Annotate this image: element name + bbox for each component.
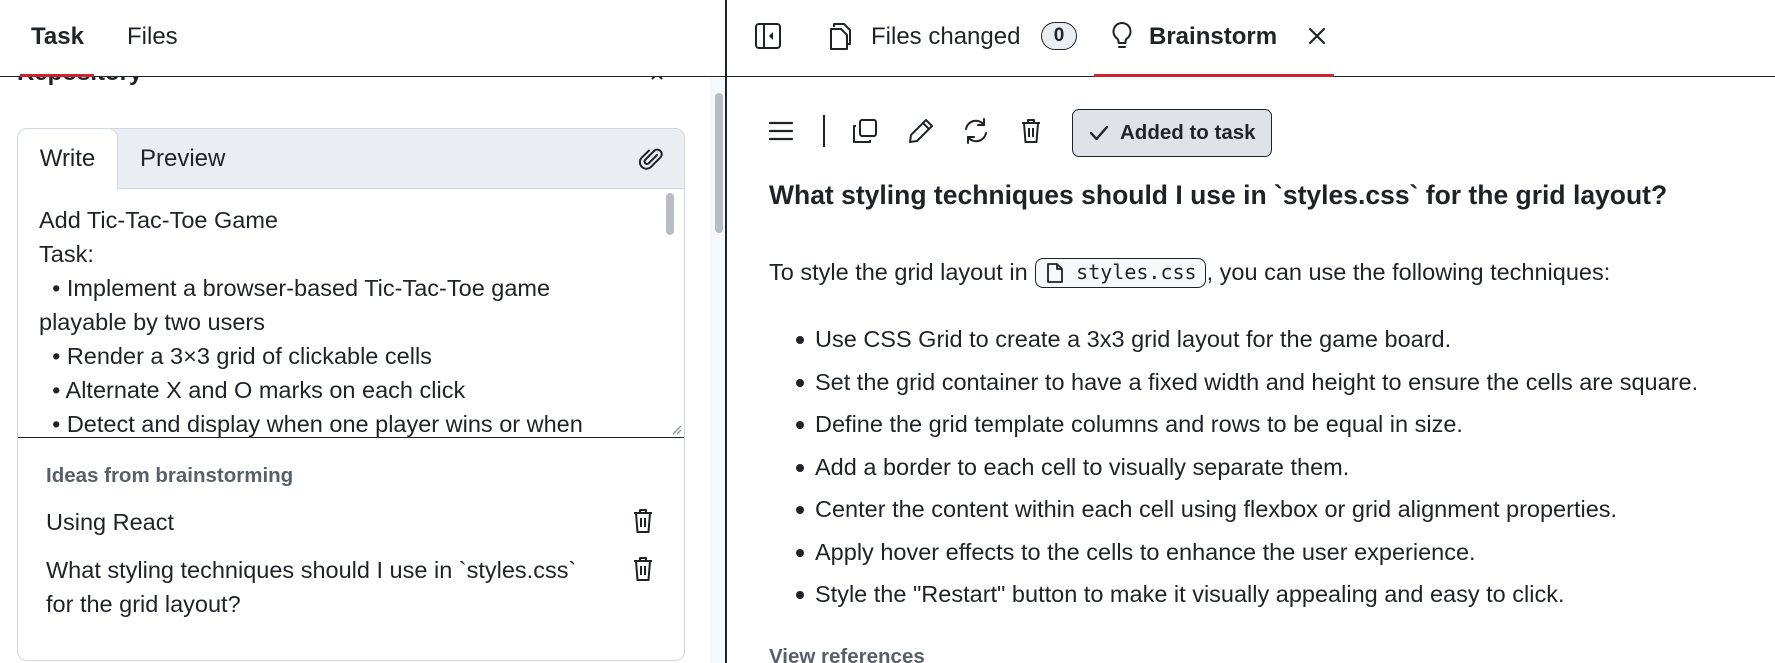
lightbulb-icon [1112,21,1132,48]
left-tab-bar: Task Files [0,0,725,77]
file-icon [1047,263,1064,283]
ideas-heading: Ideas from brainstorming [46,464,294,487]
idea-item: Using React [46,509,174,535]
task-editor: Write Preview Add Tic-Tac-Toe Game Task:… [17,128,685,661]
tab-task[interactable]: Task [31,22,84,52]
textarea-scrollbar[interactable] [666,193,674,235]
file-reference-chip[interactable]: styles.css [1035,258,1206,288]
check-icon [1089,125,1109,141]
right-tab-bar: Files changed 0 Brainstorm [727,0,1775,77]
idea-item: What styling techniques should I use in … [46,557,577,617]
resize-grip-icon[interactable] [670,423,682,435]
trash-icon[interactable] [630,555,656,583]
toolbar-separator [823,115,825,147]
brainstorm-toolbar: Added to task [727,105,1775,157]
list-item: Apply hover effects to the cells to enha… [769,531,1769,574]
list-item: Set the grid container to have a fixed w… [769,361,1769,404]
brainstorm-panel: Files changed 0 Brainstorm Added to task… [727,0,1775,663]
intro-text-before: To style the grid layout in [769,259,1035,285]
files-changed-count-badge: 0 [1041,22,1077,50]
brainstorm-question: What styling techniques should I use in … [769,180,1668,210]
view-references-link[interactable]: View references [769,645,925,663]
tab-files[interactable]: Files [127,22,178,52]
close-icon[interactable] [1308,27,1326,45]
refresh-icon[interactable] [962,117,990,145]
sidebar-toggle-icon[interactable] [754,22,782,50]
tab-brainstorm[interactable]: Brainstorm [1149,22,1277,52]
tab-files-changed[interactable]: Files changed [871,22,1020,52]
list-item: Define the grid template columns and row… [769,403,1769,446]
answer-intro: To style the grid layout in styles.css , … [769,255,1610,289]
active-tab-indicator [20,74,94,77]
intro-text-after: , you can use the following techniques: [1206,259,1611,285]
file-diff-icon [830,23,851,50]
file-chip-label: styles.css [1076,260,1197,284]
tab-preview[interactable]: Preview [140,129,225,189]
brainstorm-ideas-list: Ideas from brainstorming Using React Wha… [18,437,684,660]
task-description-text: Add Tic-Tac-Toe Game Task: • Implement a… [39,207,583,437]
trash-icon[interactable] [630,507,656,535]
list-item: Use CSS Grid to create a 3x3 grid layout… [769,318,1769,361]
task-panel: Repository Task Files Write Preview Add … [0,0,725,663]
added-to-task-label: Added to task [1120,121,1256,144]
added-to-task-button[interactable]: Added to task [1072,109,1272,157]
copy-icon[interactable] [851,117,879,145]
pencil-icon[interactable] [907,117,935,145]
editor-tab-bar: Write Preview [18,129,684,190]
list-item: Add a border to each cell to visually se… [769,446,1769,489]
paperclip-icon[interactable] [638,146,664,172]
technique-list: Use CSS Grid to create a 3x3 grid layout… [769,318,1769,616]
list-item: Center the content within each cell usin… [769,488,1769,531]
trash-icon[interactable] [1017,117,1045,145]
task-description-textarea[interactable]: Add Tic-Tac-Toe Game Task: • Implement a… [18,189,684,437]
tab-write[interactable]: Write [18,129,118,190]
active-tab-indicator [1094,74,1334,77]
panel-scrollbar-thumb[interactable] [715,93,723,233]
menu-icon[interactable] [767,117,795,145]
list-item: Style the "Restart" button to make it vi… [769,573,1769,616]
